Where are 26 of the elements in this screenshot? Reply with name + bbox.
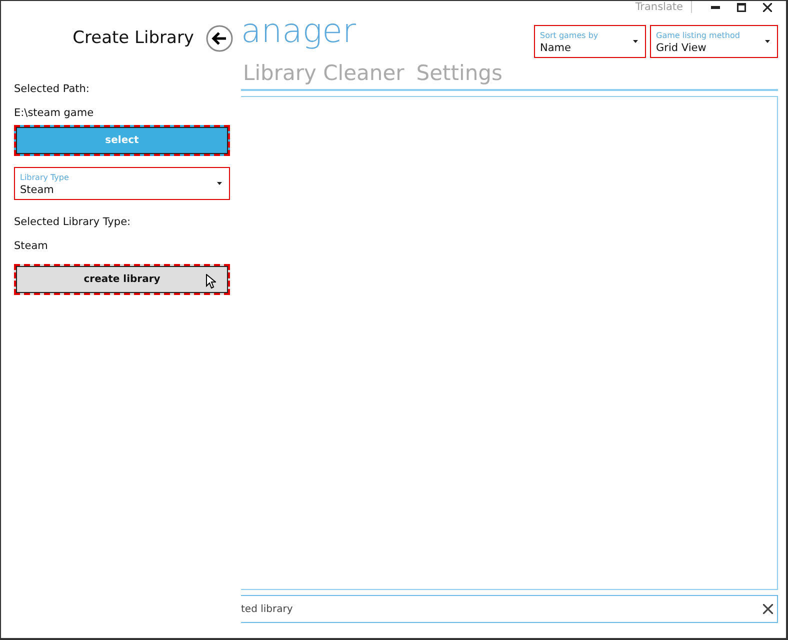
- close-icon[interactable]: [763, 604, 773, 614]
- field-value: Grid View: [656, 40, 708, 54]
- status-text: ted library: [241, 604, 293, 614]
- minimize-icon[interactable]: [710, 6, 720, 8]
- path-value: E:\steam game: [14, 106, 95, 121]
- cursor-icon: [206, 274, 216, 289]
- field-label: Game listing method: [656, 30, 741, 40]
- close-icon[interactable]: [762, 2, 772, 12]
- back-button[interactable]: [206, 24, 233, 52]
- maximize-icon[interactable]: [736, 2, 746, 12]
- dropdown-arrow-icon: [633, 40, 638, 42]
- listing-method-dropdown[interactable]: Game listing method Grid View: [650, 25, 778, 58]
- field-label: Sort games by: [540, 30, 600, 40]
- field-label: Library Type: [20, 172, 70, 182]
- app-title: anager: [241, 11, 358, 52]
- library-type-dropdown[interactable]: Library Type Steam: [14, 167, 230, 200]
- path-label: Selected Path:: [14, 82, 90, 97]
- dropdown-arrow-icon: [217, 182, 222, 184]
- sort-dropdown[interactable]: Sort games by Name: [534, 25, 646, 58]
- field-value: Name: [540, 40, 572, 54]
- panel-title: Create Library: [72, 28, 194, 48]
- create-library-button[interactable]: create library: [14, 264, 230, 295]
- dropdown-arrow-icon: [765, 40, 770, 42]
- field-value: Steam: [20, 182, 55, 196]
- library-type-label: Selected Library Type:: [14, 215, 132, 230]
- library-type-value: Steam: [14, 239, 49, 254]
